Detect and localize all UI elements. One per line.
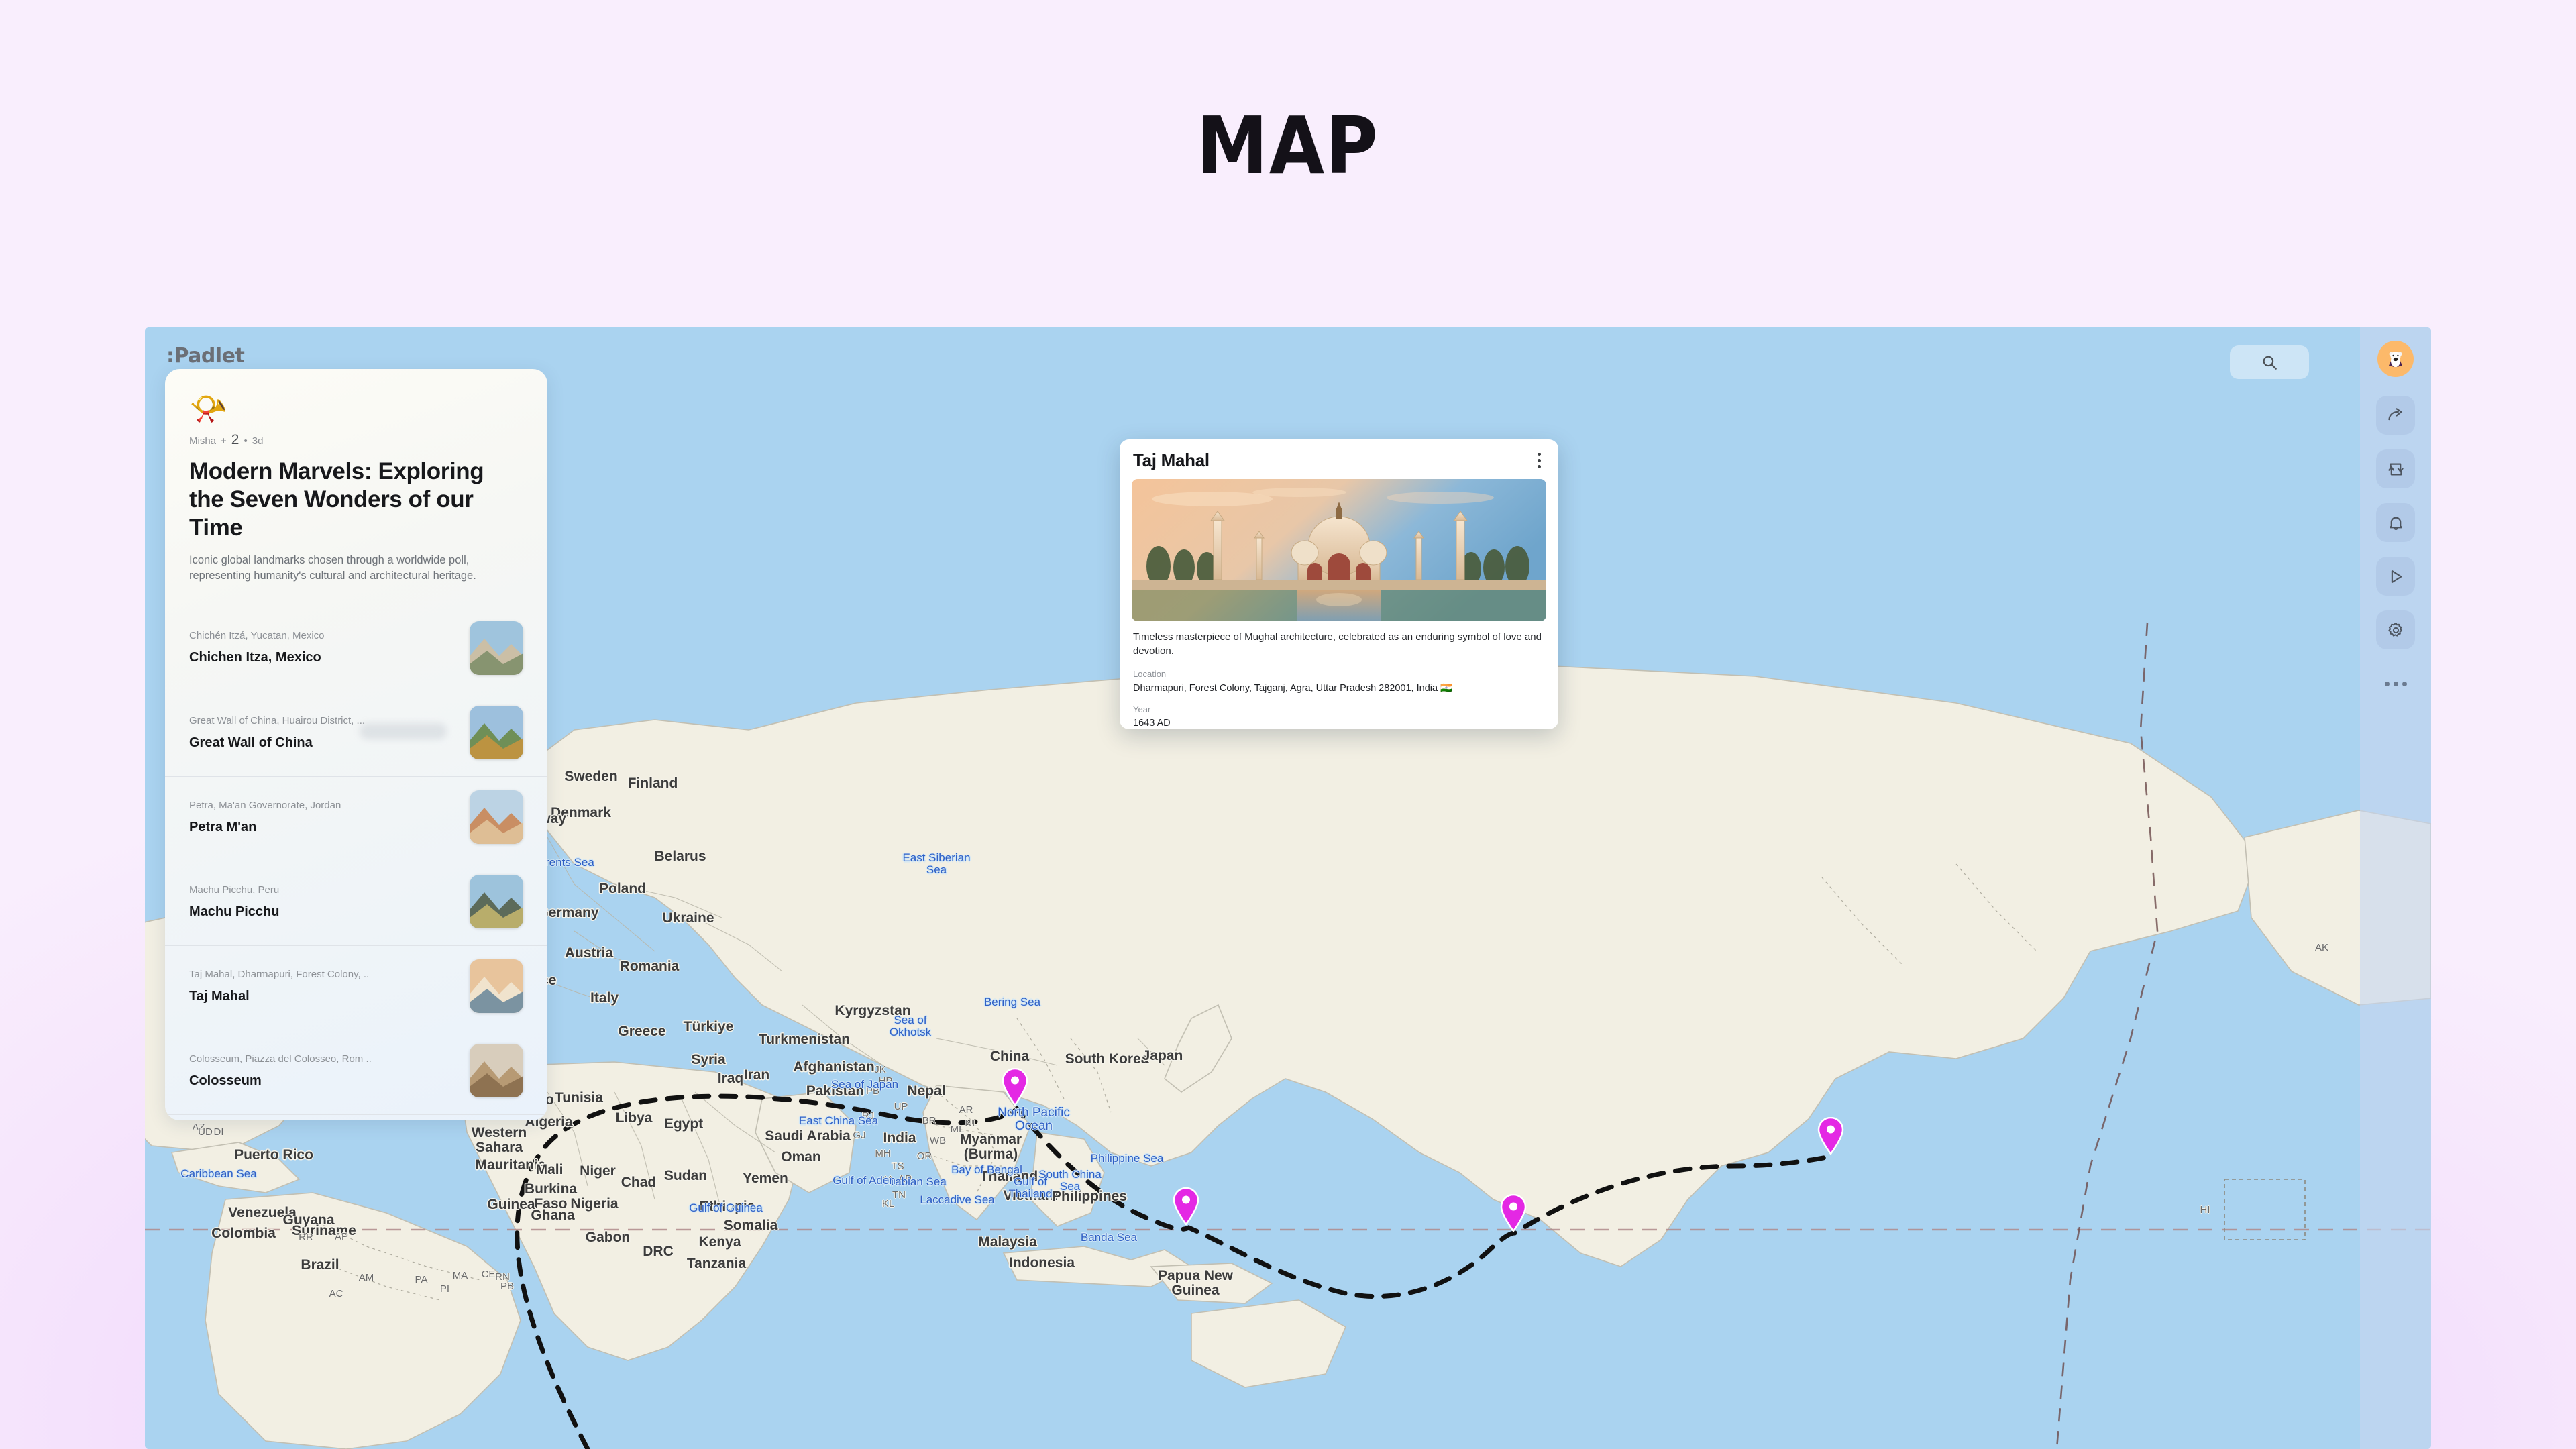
wonder-name: Colosseum [189, 1073, 262, 1088]
colosseum-thumb [470, 1044, 523, 1098]
padlet-map-screenshot: IcelandIrelandUnitedKingdomDenmarkNorway… [145, 327, 2431, 1449]
polar-bear-avatar-icon [2382, 345, 2409, 372]
post-time: 3d [252, 435, 264, 447]
taj-mahal-popup[interactable]: Taj Mahal Timeless masterpiece of Mughal… [1120, 439, 1558, 729]
page-title: MAP [1197, 99, 1379, 192]
wonder-name: Great Wall of China [189, 735, 313, 750]
settings-button[interactable] [2376, 610, 2415, 649]
popup-location-label: Location [1133, 669, 1167, 679]
post-description: Iconic global landmarks chosen through a… [189, 554, 476, 582]
great-wall-pin[interactable] [1817, 1117, 1845, 1155]
gear-icon [2387, 621, 2405, 639]
post-title: Modern Marvels: Exploring the Seven Wond… [189, 458, 484, 541]
wonder-name: Chichen Itza, Mexico [189, 650, 321, 665]
post-author: Misha [189, 435, 217, 447]
wonder-list-item[interactable]: Machu Picchu, Peru Machu Picchu [165, 860, 547, 945]
slideshow-button[interactable] [2376, 557, 2415, 596]
post-card-header: 📯 Misha + 2 • 3d Modern Marvels: Explori… [165, 369, 547, 584]
colosseum-pin[interactable] [1001, 1068, 1029, 1106]
wonder-list-item[interactable]: Chichén Itzá, Yucatan, Mexico Chichen Itz… [165, 607, 547, 692]
remake-loop-icon [2387, 460, 2405, 478]
post-emoji: 📯 [189, 391, 228, 426]
post-collaborator-count: 2 [231, 432, 239, 447]
right-toolbar [2360, 327, 2431, 1449]
more-button[interactable] [2376, 664, 2415, 703]
wonder-address: Machu Picchu, Peru [189, 883, 280, 896]
chichen-itza-thumb [470, 621, 523, 675]
machu-picchu-thumb [470, 875, 523, 929]
post-dot-separator: • [244, 435, 248, 447]
petra-thumb [470, 790, 523, 845]
popup-header: Taj Mahal [1120, 439, 1558, 479]
wonder-address: Taj Mahal, Dharmapuri, Forest Colony, .. [189, 968, 370, 980]
wonder-address: Chichén Itzá, Yucatan, Mexico [189, 630, 325, 642]
redacted-strip [360, 722, 447, 739]
popup-location-value: Dharmapuri, Forest Colony, Tajganj, Agra… [1133, 683, 1453, 694]
wonder-address: Petra, Ma'an Governorate, Jordan [189, 799, 341, 811]
search-icon [2261, 354, 2278, 371]
taj-mahal-photo [1132, 479, 1546, 621]
wonder-name: Machu Picchu [189, 904, 280, 919]
more-dots-icon [2384, 681, 2407, 686]
search-button[interactable] [2230, 345, 2309, 379]
wonder-name: Petra M'an [189, 819, 257, 835]
petra-pin[interactable] [1172, 1187, 1200, 1225]
wonder-list: Chichén Itzá, Yucatan, Mexico Chichen Itz… [165, 607, 547, 1120]
wonder-list-item[interactable]: Christ the Redeemer - Alto da Boa Vis ..… [165, 1114, 547, 1120]
post-card[interactable]: 📯 Misha + 2 • 3d Modern Marvels: Explori… [165, 369, 547, 1120]
wonder-address: Colosseum, Piazza del Colosseo, Rom .. [189, 1053, 372, 1065]
wonder-list-item[interactable]: Petra, Ma'an Governorate, Jordan Petra M'… [165, 775, 547, 861]
share-button[interactable] [2376, 396, 2415, 435]
notifications-button[interactable] [2376, 503, 2415, 542]
wonder-list-item[interactable]: Colosseum, Piazza del Colosseo, Rom .. Co… [165, 1029, 547, 1114]
padlet-logo[interactable]: :Padlet [166, 344, 245, 368]
popup-body: Timeless masterpiece of Mughal architect… [1120, 621, 1558, 729]
popup-year-value: 1643 AD [1133, 718, 1171, 729]
page-root: MAP Denmark Sweden Finland Germany Polan… [0, 0, 2576, 1449]
popup-title: Taj Mahal [1133, 450, 1210, 470]
taj-mahal-pin[interactable] [1499, 1194, 1527, 1232]
share-arrow-icon [2387, 407, 2405, 425]
popup-more-icon[interactable] [1534, 449, 1545, 472]
taj-mahal-thumb [470, 959, 523, 1014]
wonder-list-item[interactable]: Great Wall of China, Huairou District, .… [165, 691, 547, 776]
post-byline: Misha + 2 • 3d [189, 432, 523, 448]
popup-year-label: Year [1133, 704, 1151, 714]
avatar[interactable] [2377, 341, 2414, 377]
great-wall-thumb [470, 706, 523, 760]
wonder-name: Taj Mahal [189, 988, 250, 1004]
bell-icon [2387, 514, 2405, 532]
popup-description: Timeless masterpiece of Mughal architect… [1133, 631, 1542, 657]
map-canvas[interactable]: IcelandIrelandUnitedKingdomDenmarkNorway… [145, 327, 2431, 1449]
wonder-list-item[interactable]: Taj Mahal, Dharmapuri, Forest Colony, ..… [165, 945, 547, 1030]
play-triangle-icon [2387, 568, 2405, 586]
wonder-address: Great Wall of China, Huairou District, .… [189, 714, 366, 727]
remake-button[interactable] [2376, 449, 2415, 488]
post-plus: + [221, 435, 227, 447]
